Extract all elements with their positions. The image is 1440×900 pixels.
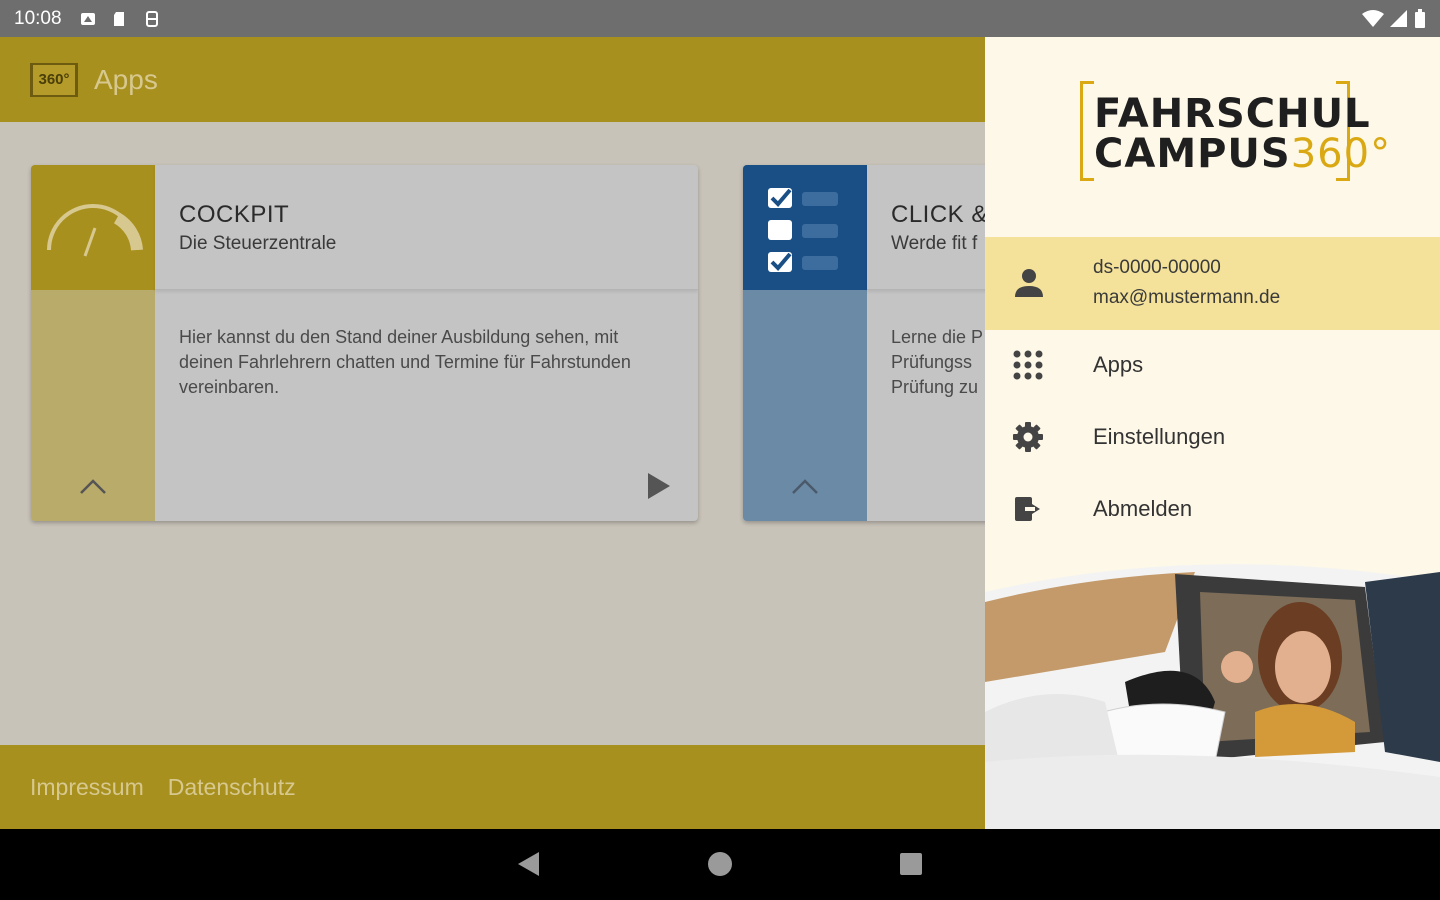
apps-content: COCKPIT Die Steuerzentrale Hier kannst d… [0, 122, 985, 745]
app-card-cockpit[interactable]: COCKPIT Die Steuerzentrale Hier kannst d… [31, 165, 698, 521]
card-side [743, 165, 867, 521]
back-icon[interactable] [518, 852, 539, 876]
sd-card-icon [113, 11, 124, 26]
car-driver-image [985, 564, 1440, 829]
user-id: ds-0000-00000 [1093, 257, 1221, 278]
navigation-drawer: FAHRSCHUL CAMPUS360° ds-0000-00000 max@m… [985, 37, 1440, 829]
card-title: COCKPIT [179, 201, 290, 228]
apps-grid-icon [1013, 350, 1043, 380]
battery-icon [1415, 8, 1425, 28]
app-logo[interactable]: 360° [30, 62, 78, 97]
card-side [31, 165, 155, 521]
card-description: Lerne die P Prüfungss Prüfung zu [891, 327, 984, 397]
menu-item-apps[interactable]: Apps [985, 329, 1440, 401]
footer: Impressum Datenschutz [0, 745, 985, 829]
card-subtitle: Die Steuerzentrale [179, 233, 337, 254]
datenschutz-link[interactable]: Datenschutz [168, 774, 296, 801]
menu-item-abmelden[interactable]: Abmelden [985, 473, 1440, 545]
card-icon-area [743, 165, 867, 290]
notification-icon [80, 12, 95, 25]
app-bar: 360° Apps [0, 37, 985, 122]
recents-icon[interactable] [900, 853, 922, 875]
impressum-link[interactable]: Impressum [30, 774, 144, 801]
card-header: COCKPIT Die Steuerzentrale [155, 165, 698, 290]
status-bar: 10:08 [0, 0, 1440, 37]
brand-line-2: CAMPUS360° [1094, 131, 1391, 177]
menu-label: Einstellungen [1093, 424, 1226, 449]
speedometer-icon [47, 203, 143, 257]
chevron-up-icon[interactable] [791, 477, 819, 497]
user-account[interactable]: ds-0000-00000 max@mustermann.de [985, 237, 1440, 330]
status-time: 10:08 [14, 7, 62, 29]
card-description: Hier kannst du den Stand deiner Ausbildu… [179, 327, 631, 397]
storage-icon [145, 10, 158, 27]
chevron-up-icon[interactable] [79, 477, 107, 497]
play-icon[interactable] [648, 473, 670, 499]
brand-logo: FAHRSCHUL CAMPUS360° [1080, 81, 1390, 181]
bracket-left [1080, 81, 1094, 181]
menu-label: Apps [1093, 352, 1144, 377]
status-right [1362, 8, 1426, 29]
home-icon[interactable] [708, 852, 732, 876]
system-nav-bar [0, 829, 1440, 900]
person-icon [1015, 269, 1043, 297]
signal-icon [1390, 9, 1407, 27]
checklist-icon [768, 187, 838, 272]
gear-icon [1013, 422, 1043, 452]
page-title: Apps [94, 63, 158, 95]
user-email: max@mustermann.de [1093, 287, 1281, 308]
brand-number: 360° [1290, 131, 1392, 177]
card-icon-area [31, 165, 155, 290]
card-header: CLICK & Werde fit f [867, 165, 985, 290]
app-card-click[interactable]: CLICK & Werde fit f Lerne die P Prüfungs… [743, 165, 985, 521]
menu-item-einstellungen[interactable]: Einstellungen [985, 401, 1440, 473]
wifi-icon [1362, 9, 1384, 27]
menu-label: Abmelden [1093, 496, 1193, 521]
logout-icon [1015, 497, 1040, 521]
card-subtitle: Werde fit f [891, 233, 978, 254]
brand-campus: CAMPUS [1094, 131, 1291, 177]
card-title: CLICK & [891, 201, 985, 228]
drawer-photo [985, 562, 1440, 829]
